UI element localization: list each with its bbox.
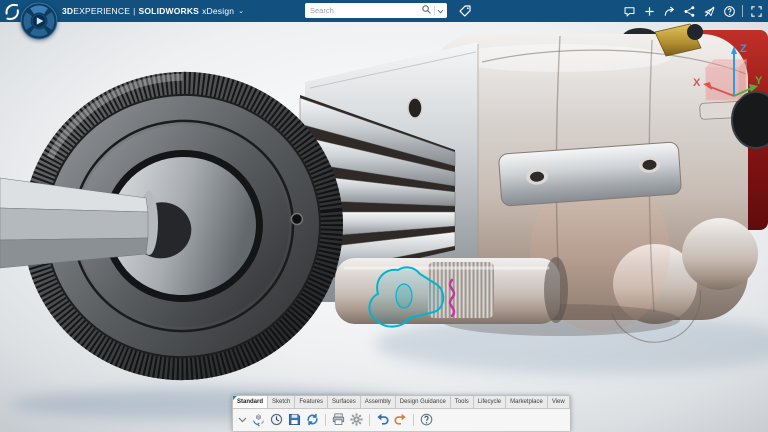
chevron-down-icon[interactable]: ⌄ [238,7,244,15]
tab-marketplace[interactable]: Marketplace [506,396,548,408]
toolbar-separator [413,414,414,426]
redo-icon[interactable] [393,412,408,427]
help-icon[interactable] [419,412,434,427]
search-options-chevron-icon[interactable] [437,2,444,20]
brand-app: xDesign [202,6,234,16]
chat-icon[interactable] [622,4,636,18]
tab-tools[interactable]: Tools [451,396,474,408]
lifecycle-share-icon[interactable] [251,412,266,427]
history-icon[interactable] [269,412,284,427]
share-network-icon[interactable] [682,4,696,18]
triad-x-label[interactable]: X [693,77,701,89]
tab-view[interactable]: View [548,396,570,408]
brand-platform-prefix: 3D [62,6,73,16]
sync-icon[interactable] [305,412,320,427]
topbar-actions [622,0,763,22]
brand-title[interactable]: 3DEXPERIENCE| SOLIDWORKSxDesign ⌄ [62,0,244,22]
search-divider [434,6,435,15]
triad-y-label[interactable]: Y [755,75,763,87]
add-icon[interactable] [642,4,656,18]
tab-features[interactable]: Features [295,396,328,408]
save-icon[interactable] [287,412,302,427]
tab-sketch[interactable]: Sketch [268,396,295,408]
settings-icon[interactable] [349,412,364,427]
action-bar: StandardSketchFeaturesSurfacesAssemblyDe… [232,395,571,431]
plane-offline-icon[interactable] [702,4,716,18]
dassault-systemes-logo-icon [3,2,21,20]
help-circle-icon[interactable] [722,4,736,18]
3d-viewport[interactable]: Z X Y [0,22,768,432]
brand-product: SOLIDWORKS [139,6,200,16]
search-input[interactable] [308,5,421,16]
triad-z-label[interactable]: Z [740,43,747,55]
share-arrow-icon[interactable] [662,4,676,18]
fullscreen-icon[interactable] [749,4,763,18]
tab-surfaces[interactable]: Surfaces [328,396,361,408]
tab-standard[interactable]: Standard [233,396,268,408]
topbar-divider [742,5,743,17]
brand-divider: | [133,6,135,16]
toolbar-icons [233,409,570,431]
top-bar: 3DEXPERIENCE| SOLIDWORKSxDesign ⌄ [0,0,768,22]
toolbar-separator [369,414,370,426]
toolbar-tabs: StandardSketchFeaturesSurfacesAssemblyDe… [233,396,570,409]
print-icon[interactable] [331,412,346,427]
search-icon[interactable] [421,2,432,20]
tag-icon[interactable] [458,4,472,18]
toolbar-collapse-chevron-icon[interactable] [237,415,247,425]
app-window: 3DEXPERIENCE| SOLIDWORKSxDesign ⌄ [0,0,768,432]
tab-lifecycle[interactable]: Lifecycle [474,396,506,408]
flywheel-hole[interactable] [291,213,303,225]
compass-button[interactable] [20,2,58,40]
brand-platform: EXPERIENCE [73,6,130,16]
undo-icon[interactable] [375,412,390,427]
toolbar-separator [325,414,326,426]
search-bar[interactable] [305,3,447,18]
tab-assembly[interactable]: Assembly [361,396,396,408]
tab-design-guidance[interactable]: Design Guidance [396,396,451,408]
